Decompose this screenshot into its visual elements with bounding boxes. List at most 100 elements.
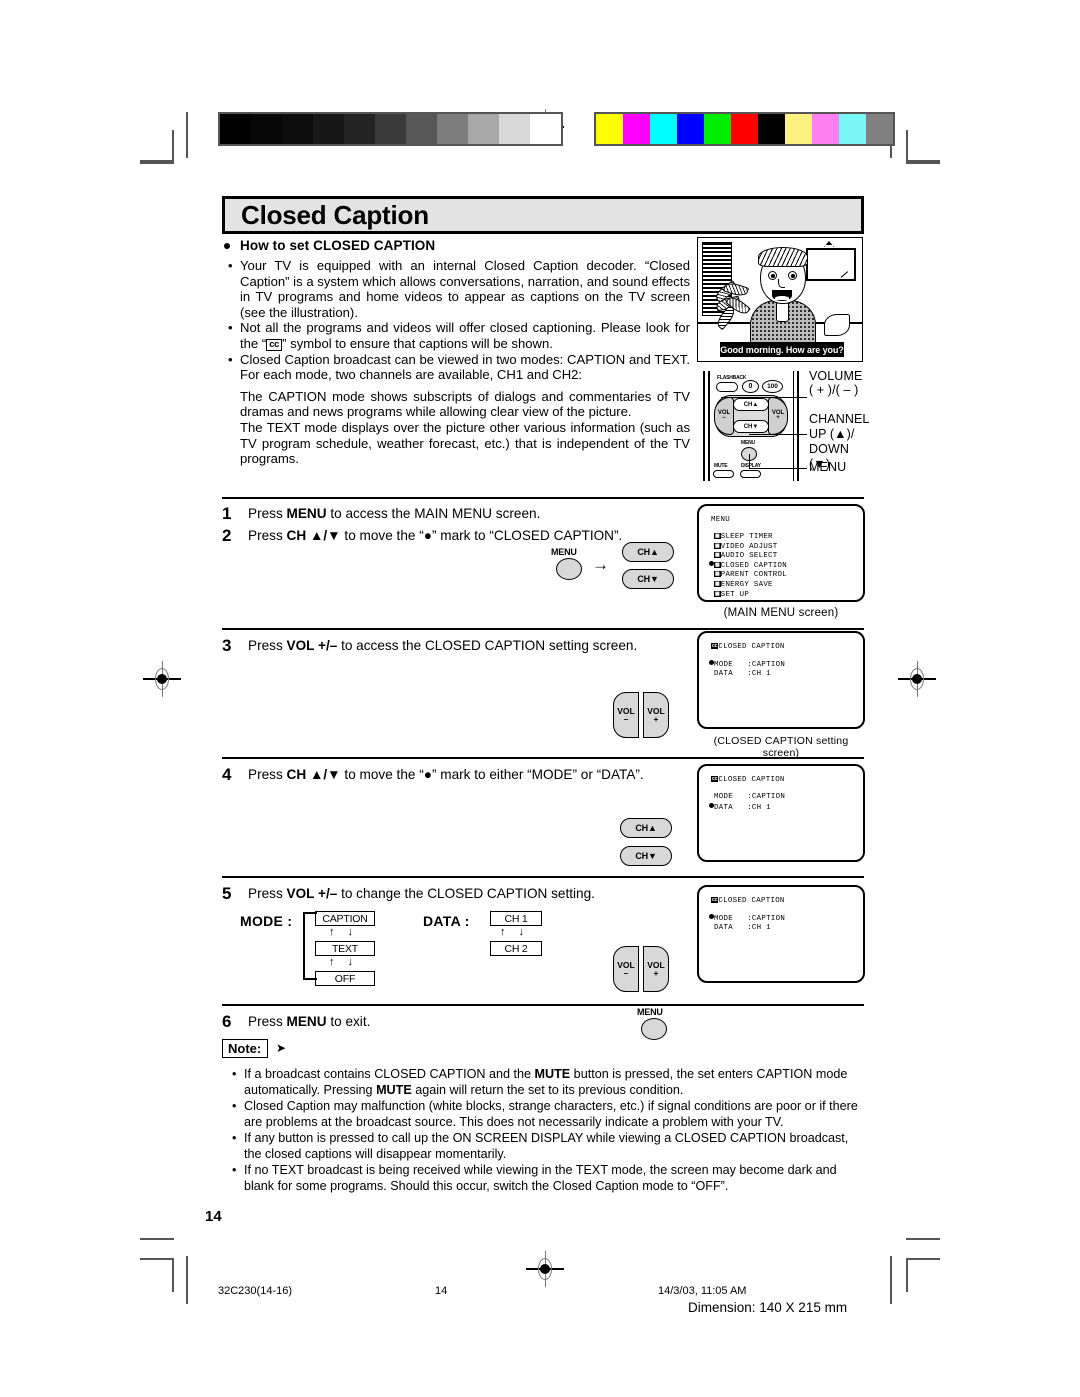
- osd-item-icon: ▦: [714, 561, 721, 568]
- color-patch-10: [866, 114, 893, 144]
- step-4: 4 Press CH ▲/▼ to move the “●” mark to e…: [222, 765, 690, 784]
- osd-item-icon: ▦: [714, 581, 721, 587]
- grayscale-calibration-bar: [218, 112, 563, 146]
- note-item: • If a broadcast contains CLOSED CAPTION…: [232, 1067, 868, 1098]
- mode-flow-label: MODE :: [240, 913, 293, 929]
- paragraph-caption-mode: The CAPTION mode shows subscripts of dia…: [240, 388, 690, 420]
- bullet-icon: •: [228, 320, 233, 336]
- step3-vol-minus-button[interactable]: VOL –: [613, 692, 639, 738]
- zero-button: 0: [742, 380, 759, 393]
- section-bullet-icon: [224, 243, 230, 249]
- divider: [222, 1004, 864, 1006]
- step-3: 3 Press VOL +/– to access the CLOSED CAP…: [222, 636, 690, 655]
- gray-patch-10: [530, 114, 561, 144]
- remote-ch-up-button: CH▲: [733, 398, 769, 411]
- step-number: 2: [222, 526, 232, 545]
- gray-patch-2: [282, 114, 313, 144]
- bullet-text-3: Closed Caption broadcast can be viewed i…: [240, 351, 690, 383]
- cc-setting-screen-4: ccCLOSED CAPTION MODE :CAPTION DATA :CH …: [697, 764, 865, 862]
- step3-vol-plus-button[interactable]: VOL +: [643, 692, 669, 738]
- osd-menu-item: ▦ENERGY SAVE: [709, 580, 773, 589]
- crop-rule-top-left: [140, 160, 174, 162]
- color-patch-8: [812, 114, 839, 144]
- crop-rule-top-right: [906, 160, 940, 162]
- remote-menu-label: MENU: [741, 440, 755, 446]
- person-nose: [778, 279, 785, 288]
- step4-ch-down-button[interactable]: CH▼: [620, 846, 672, 866]
- gray-patch-3: [313, 114, 344, 144]
- section-heading: How to set CLOSED CAPTION: [240, 238, 436, 253]
- closed-caption-overlay: Good morning. How are you?: [720, 342, 844, 357]
- osd-data-row: DATA :CH 1: [709, 803, 771, 812]
- osd-item-icon: ▦: [714, 552, 721, 559]
- osd-item-label: CLOSED CAPTION: [720, 561, 787, 570]
- osd-item-label: SET UP: [720, 590, 750, 599]
- osd-item-icon: ▦: [714, 590, 721, 597]
- callout-volume-label: VOLUME ( + )/( – ): [809, 369, 863, 397]
- divider: [222, 497, 864, 499]
- note-text-3: If any button is pressed to call up the …: [244, 1131, 849, 1161]
- footer-page: 14: [435, 1285, 448, 1297]
- step-text: Press MENU to access the MAIN MENU scree…: [248, 506, 541, 521]
- cc-symbol-icon: cc: [266, 338, 283, 351]
- remote-ch-down-button: CH▼: [733, 420, 769, 433]
- picture-hook-icon: [824, 241, 834, 247]
- main-menu-caption: (MAIN MENU screen): [723, 607, 839, 619]
- mode-loop-line-vert: [303, 912, 305, 980]
- footer-doc-code: 32C230(14-16): [218, 1285, 292, 1297]
- data-option-ch2: CH 2: [490, 941, 542, 956]
- footer-rule-left: [140, 1238, 174, 1240]
- person-eye-left: [768, 271, 777, 280]
- mode-option-caption: CAPTION: [315, 911, 375, 926]
- note-text-4: If no TEXT broadcast is being received w…: [244, 1163, 837, 1193]
- callout-line-menu-vert: [749, 454, 750, 469]
- step5-vol-plus-button[interactable]: VOL +: [643, 946, 669, 992]
- callout-line-volume: [721, 397, 807, 398]
- crop-mark-bottom-right-2: [890, 1256, 900, 1306]
- gray-patch-6: [406, 114, 437, 144]
- callout-line-menu: [749, 468, 807, 469]
- osd-item-label: PARENT CONTROL: [720, 571, 787, 580]
- display-button: [740, 470, 761, 478]
- step6-menu-button[interactable]: [641, 1018, 667, 1040]
- step4-ch-up-button[interactable]: CH▲: [620, 818, 672, 838]
- step-number: 6: [222, 1012, 232, 1031]
- registration-mark-right: [898, 661, 936, 697]
- step2-ch-down-button[interactable]: CH▼: [622, 569, 674, 589]
- step2-menu-label: MENU: [551, 547, 577, 557]
- step2-menu-button[interactable]: [556, 558, 582, 580]
- flashback-button-label: FLASHBACK: [717, 375, 747, 381]
- note-list: • If a broadcast contains CLOSED CAPTION…: [232, 1067, 868, 1195]
- step-text: Press CH ▲/▼ to move the “●” mark to eit…: [248, 767, 644, 782]
- page-number: 14: [205, 1208, 222, 1225]
- step-text: Press VOL +/– to change the CLOSED CAPTI…: [248, 886, 595, 901]
- step-text: Press VOL +/– to access the CLOSED CAPTI…: [248, 638, 638, 653]
- osd-item-icon: ▦: [714, 533, 721, 539]
- osd-menu-item: ▦SLEEP TIMER: [709, 532, 773, 541]
- data-flow-label: DATA :: [423, 913, 470, 929]
- mode-loop-line-bottom: [303, 978, 317, 980]
- osd-header: ccCLOSED CAPTION: [711, 897, 785, 905]
- list-item: • Closed Caption broadcast can be viewed…: [228, 352, 690, 383]
- mode-arrows-1: ↑ ↓: [329, 926, 359, 938]
- step2-ch-up-button[interactable]: CH▲: [622, 542, 674, 562]
- list-item: • Not all the programs and videos will o…: [228, 320, 690, 351]
- color-patch-5: [731, 114, 758, 144]
- osd-menu-item: ▦AUDIO SELECT: [709, 551, 778, 560]
- osd-mode-row: MODE :CAPTION: [714, 793, 786, 801]
- note-item: • If any button is pressed to call up th…: [232, 1131, 868, 1162]
- step5-vol-minus-button[interactable]: VOL –: [613, 946, 639, 992]
- osd-menu-item: ▦SET UP: [709, 590, 749, 599]
- registration-mark-bottom: [526, 1251, 564, 1287]
- step-1: 1 Press MENU to access the MAIN MENU scr…: [222, 504, 690, 523]
- gray-patch-4: [344, 114, 375, 144]
- crop-mark-bottom-left-2: [178, 1256, 188, 1306]
- remote-control-diagram: FLASHBACK 0 100 VOL – VOL + CH▲ CH▼ MENU M…: [697, 369, 869, 481]
- hundred-button: 100: [762, 380, 783, 393]
- data-option-ch1: CH 1: [490, 911, 542, 926]
- page-title: Closed Caption: [241, 199, 429, 230]
- intro-text-block: • Your TV is equipped with an internal C…: [228, 258, 690, 467]
- note-item: • If no TEXT broadcast is being received…: [232, 1163, 868, 1194]
- osd-menu-item: ▦PARENT CONTROL: [709, 570, 787, 579]
- osd-header: ccCLOSED CAPTION: [711, 643, 785, 651]
